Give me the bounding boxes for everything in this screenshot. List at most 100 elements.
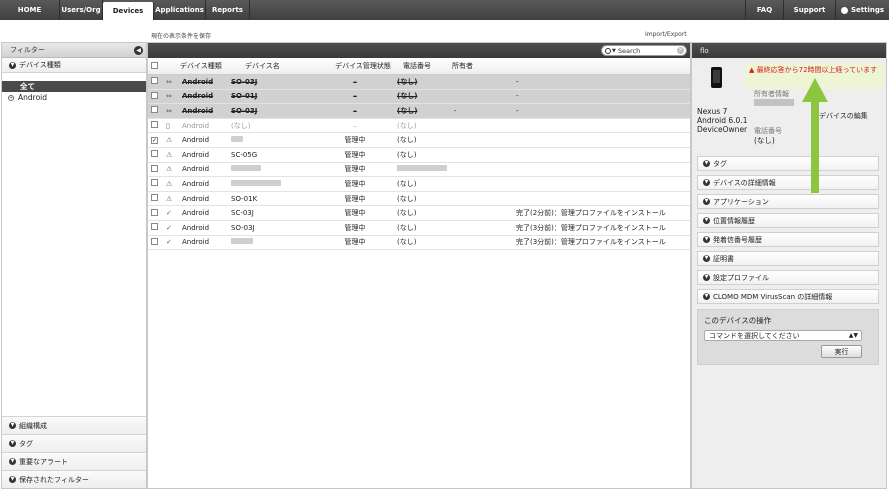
chevron-down-icon: ▼ xyxy=(703,236,710,243)
detail-section[interactable]: ▼ CLOMO MDM VirusScan の詳細情報 xyxy=(697,289,879,304)
cell-device-name-text: SO-03J xyxy=(231,77,258,86)
detail-section-label: アプリケーション xyxy=(713,197,769,206)
row-checkbox[interactable] xyxy=(151,164,158,172)
warning-icon: ⚠ xyxy=(166,194,173,203)
gear-icon xyxy=(840,6,848,14)
col-mgmt-state[interactable]: デバイス管理状態 xyxy=(311,61,395,71)
detail-section-label: 証明書 xyxy=(713,254,734,263)
detail-section[interactable]: ▼ デバイスの詳細情報 xyxy=(697,175,879,190)
nav-tab-reports[interactable]: Reports xyxy=(206,0,250,20)
section-alerts-label: 重要なアラート xyxy=(19,457,68,466)
cell-phone: (なし) xyxy=(397,208,454,218)
cell-phone-text: (なし) xyxy=(397,150,417,159)
section-tag[interactable]: ▼ タグ xyxy=(2,434,146,452)
table-row[interactable]: ⚠ Android 管理中 xyxy=(148,163,690,178)
section-org[interactable]: ▼ 組織構成 xyxy=(2,416,146,434)
run-button[interactable]: 実行 xyxy=(821,345,862,358)
row-checkbox[interactable] xyxy=(151,194,158,202)
unlinked-icon: ⇔ xyxy=(166,106,172,115)
cell-phone: (なし) xyxy=(397,223,454,233)
row-checkbox[interactable] xyxy=(151,121,158,129)
section-saved-filters[interactable]: ▼ 保存されたフィルター xyxy=(2,470,146,488)
alert-text: 最終応答から72時間以上経っています xyxy=(756,66,878,74)
table-row[interactable]: ✓ Android SC-03J 管理中 (なし) 完了(2分前)：管理プロファ… xyxy=(148,206,690,221)
col-owner[interactable]: 所有者 xyxy=(452,61,514,71)
import-export-link[interactable]: Import/Export xyxy=(645,31,687,38)
table-row[interactable]: ⚠ Android 管理中 (なし) xyxy=(148,177,690,192)
row-checkbox[interactable]: ✓ xyxy=(151,137,158,145)
cell-status: 完了(2分前)：管理プロファイルをインストール xyxy=(516,209,666,218)
table-row[interactable]: ⚠ Android SC-05G 管理中 (なし) xyxy=(148,148,690,163)
cell-device-name: SO-01K xyxy=(231,195,313,203)
cell-mgmt-state: 管理中 xyxy=(344,194,366,203)
table-row[interactable]: ✓ ⚠ Android 管理中 (なし) xyxy=(148,133,690,148)
nav-tab-applications[interactable]: Applications xyxy=(154,0,206,20)
row-checkbox[interactable] xyxy=(151,223,158,231)
row-checkbox[interactable] xyxy=(151,91,158,99)
section-alerts[interactable]: ▼ 重要なアラート xyxy=(2,452,146,470)
cell-mgmt-state: 管理中 xyxy=(344,136,366,145)
cell-device-type: Android xyxy=(182,209,210,218)
chevron-down-icon: ▼ xyxy=(703,179,710,186)
cell-device-name xyxy=(231,165,313,173)
detail-section[interactable]: ▼ 位置情報履歴 xyxy=(697,213,879,228)
check-icon: ✓ xyxy=(166,209,172,218)
table-row[interactable]: ⇔ Android SO-01J – (なし) - xyxy=(148,89,690,105)
table-row[interactable]: ⇔ Android SO-03J – (なし) - - xyxy=(148,104,690,119)
table-row[interactable]: ▯ Android (なし) – (なし) xyxy=(148,119,690,134)
detail-section-label: タグ xyxy=(713,159,727,168)
search-icon xyxy=(605,47,611,54)
row-checkbox[interactable] xyxy=(151,179,158,187)
section-device-type[interactable]: ▼ デバイス種類 xyxy=(2,58,146,73)
detail-section[interactable]: ▼ アプリケーション xyxy=(697,194,879,209)
col-device-type[interactable]: デバイス種類 xyxy=(180,61,229,71)
col-device-name[interactable]: デバイス名 xyxy=(229,61,311,71)
row-checkbox[interactable] xyxy=(151,150,158,158)
section-org-label: 組織構成 xyxy=(19,421,47,430)
row-checkbox[interactable] xyxy=(151,237,158,245)
select-all-checkbox[interactable] xyxy=(151,61,158,69)
cell-device-name xyxy=(231,238,313,246)
nav-tab-support[interactable]: Support xyxy=(783,0,835,20)
cell-mgmt-state: – xyxy=(353,121,357,130)
device-summary: Nexus 7 Android 6.0.1 DeviceOwner xyxy=(697,107,747,134)
cell-device-type: Android xyxy=(182,77,214,86)
command-select[interactable]: コマンドを選択してください ▲▼ xyxy=(704,330,862,341)
cell-device-name-text: (なし) xyxy=(231,121,251,130)
row-checkbox[interactable] xyxy=(151,77,158,85)
clear-icon[interactable]: × xyxy=(677,47,684,54)
device-operations: このデバイスの操作 コマンドを選択してください ▲▼ 実行 xyxy=(697,309,879,365)
filter-sidebar: フィルター ◀ ▼ デバイス種類 全て + Android ▼ 組織構成 ▼ タ… xyxy=(1,42,147,489)
search-input[interactable]: ▼ Search × xyxy=(601,45,687,56)
table-row[interactable]: ✓ Android SO-03J 管理中 (なし) 完了(3分前)：管理プロファ… xyxy=(148,221,690,236)
select-arrows-icon: ▲▼ xyxy=(848,332,858,339)
nav-tab-settings[interactable]: Settings xyxy=(835,0,889,20)
redacted-name xyxy=(231,136,243,143)
detail-section[interactable]: ▼ タグ xyxy=(697,156,879,171)
col-phone[interactable]: 電話番号 xyxy=(395,61,452,71)
table-row[interactable]: ⇔ Android SO-03J – (なし) - xyxy=(148,75,690,90)
table-row[interactable]: ⚠ Android SO-01K 管理中 (なし) xyxy=(148,192,690,207)
filter-item-android[interactable]: + Android xyxy=(2,92,146,103)
owner-info-value xyxy=(754,99,794,106)
settings-label: Settings xyxy=(850,6,885,14)
table-row[interactable]: ✓ Android 管理中 (なし) 完了(3分前)：管理プロファイルをインスト… xyxy=(148,236,690,251)
detail-section[interactable]: ▼ 設定プロファイル xyxy=(697,270,879,285)
cell-phone-text: (なし) xyxy=(397,136,417,145)
nav-tab-users-org[interactable]: Users/Org xyxy=(60,0,103,20)
filter-item-all[interactable]: 全て xyxy=(2,81,146,92)
nav-tab-faq[interactable]: FAQ xyxy=(745,0,783,20)
phone-number-value: (なし) xyxy=(754,136,775,145)
nav-tab-home[interactable]: HOME xyxy=(0,0,60,20)
save-conditions-link[interactable]: 現在の表示条件を保存 xyxy=(151,31,211,40)
nav-tab-devices[interactable]: Devices xyxy=(103,2,154,20)
cell-device-type: Android xyxy=(182,121,210,130)
phone-device-icon xyxy=(711,67,722,88)
cell-mgmt-state: – xyxy=(353,77,357,86)
detail-section[interactable]: ▼ 証明書 xyxy=(697,251,879,266)
cell-device-name: SO-03J xyxy=(231,107,313,115)
detail-section[interactable]: ▼ 発着信番号履歴 xyxy=(697,232,879,247)
row-checkbox[interactable] xyxy=(151,106,158,114)
row-checkbox[interactable] xyxy=(151,208,158,216)
collapse-left-icon[interactable]: ◀ xyxy=(134,46,143,55)
